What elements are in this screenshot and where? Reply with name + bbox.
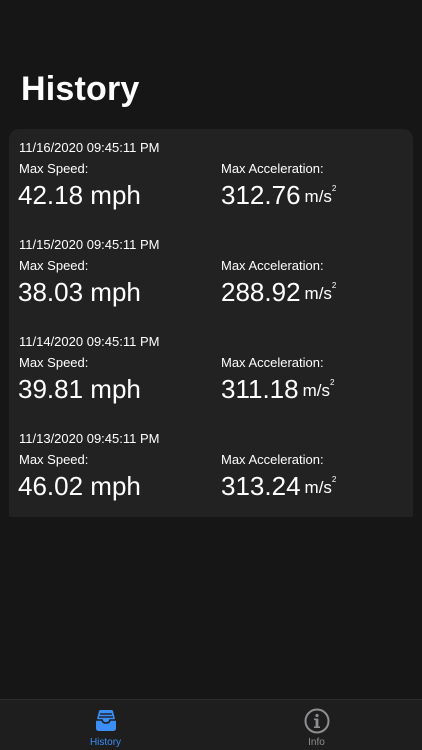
max-speed-value: 38.03 mph	[18, 277, 141, 307]
max-acceleration-value-group: 312.76 m/s2	[221, 180, 336, 211]
acceleration-unit-text: m/s	[304, 284, 332, 303]
acceleration-unit-text: m/s	[304, 187, 332, 206]
list-item[interactable]: 11/16/2020 09:45:11 PM Max Speed: Max Ac…	[9, 129, 413, 226]
max-acceleration-value: 311.18	[221, 374, 299, 404]
max-acceleration-label: Max Acceleration:	[221, 452, 324, 467]
max-speed-value: 39.81 mph	[18, 374, 141, 404]
max-speed-label: Max Speed:	[19, 258, 89, 273]
tray-icon	[92, 707, 120, 735]
acceleration-unit: m/s2	[304, 281, 337, 303]
max-speed-value: 46.02 mph	[18, 471, 141, 501]
list-item[interactable]: 11/13/2020 09:45:11 PM Max Speed: Max Ac…	[9, 420, 413, 517]
acceleration-unit-text: m/s	[302, 381, 330, 400]
entry-date: 11/13/2020 09:45:11 PM	[19, 431, 160, 446]
max-acceleration-value-group: 313.24 m/s2	[221, 471, 336, 502]
max-acceleration-label: Max Acceleration:	[221, 258, 324, 273]
acceleration-unit: m/s2	[304, 475, 337, 497]
max-speed-label: Max Speed:	[19, 355, 89, 370]
screen: History 11/16/2020 09:45:11 PM Max Speed…	[0, 0, 422, 750]
tab-history[interactable]: History	[0, 700, 211, 750]
entry-date: 11/16/2020 09:45:11 PM	[19, 140, 160, 155]
max-acceleration-value: 313.24	[221, 471, 301, 501]
acceleration-unit-text: m/s	[304, 478, 332, 497]
list-item[interactable]: 11/15/2020 09:45:11 PM Max Speed: Max Ac…	[9, 226, 413, 323]
max-acceleration-value-group: 288.92 m/s2	[221, 277, 336, 308]
acceleration-unit-exponent: 2	[331, 184, 337, 194]
max-speed-label: Max Speed:	[19, 161, 89, 176]
entry-date: 11/15/2020 09:45:11 PM	[19, 237, 160, 252]
acceleration-unit: m/s2	[302, 378, 335, 400]
tab-info-label: Info	[308, 737, 325, 748]
max-speed-label: Max Speed:	[19, 452, 89, 467]
tab-info[interactable]: Info	[211, 700, 422, 750]
max-acceleration-value: 288.92	[221, 277, 301, 307]
acceleration-unit: m/s2	[304, 184, 337, 206]
page-title: History	[21, 70, 140, 108]
entry-date: 11/14/2020 09:45:11 PM	[19, 334, 160, 349]
max-acceleration-value: 312.76	[221, 180, 301, 210]
max-speed-value: 42.18 mph	[18, 180, 141, 210]
tab-bar: History Info	[0, 699, 422, 750]
acceleration-unit-exponent: 2	[329, 378, 335, 388]
list-item[interactable]: 11/14/2020 09:45:11 PM Max Speed: Max Ac…	[9, 323, 413, 420]
info-circle-icon	[303, 707, 331, 735]
max-acceleration-value-group: 311.18 m/s2	[221, 374, 334, 405]
tab-history-label: History	[89, 737, 122, 748]
max-acceleration-label: Max Acceleration:	[221, 161, 324, 176]
history-list[interactable]: 11/16/2020 09:45:11 PM Max Speed: Max Ac…	[9, 129, 413, 517]
max-acceleration-label: Max Acceleration:	[221, 355, 324, 370]
acceleration-unit-exponent: 2	[331, 475, 337, 485]
acceleration-unit-exponent: 2	[331, 281, 337, 291]
